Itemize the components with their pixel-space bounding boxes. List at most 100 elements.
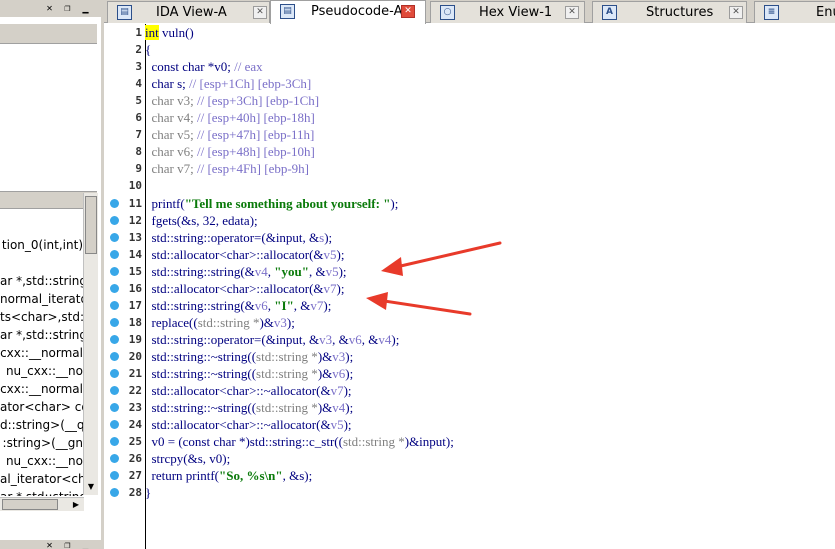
minimize-icon[interactable]: ▁ bbox=[80, 540, 91, 549]
code-line[interactable]: std::string::~string((std::string *)&v3)… bbox=[146, 348, 835, 365]
tab-label: IDA View-A bbox=[156, 5, 227, 20]
function-list-item[interactable]: al_iterator<ch bbox=[0, 470, 83, 488]
close-icon[interactable]: ✕ bbox=[44, 540, 55, 549]
code-line[interactable] bbox=[146, 177, 835, 194]
close-icon[interactable]: ✕ bbox=[44, 3, 55, 14]
function-list-item[interactable]: normal_iterato bbox=[0, 290, 83, 308]
code-line[interactable]: std::allocator<char>::~allocator(&v5); bbox=[146, 416, 835, 433]
code-token: // [esp+47h] [ebp-11h] bbox=[196, 127, 315, 143]
line-number: 22 bbox=[128, 384, 142, 398]
code-line[interactable]: char v6; // [esp+48h] [ebp-10h] bbox=[146, 143, 835, 160]
function-list-item[interactable]: nu_cxx::__no bbox=[0, 362, 83, 380]
close-icon[interactable]: ✕ bbox=[401, 5, 415, 18]
code-line[interactable]: v0 = (const char *)std::string::c_str((s… bbox=[146, 433, 835, 450]
code-token: std::string * bbox=[256, 348, 318, 364]
function-list-item[interactable]: tion_0(int,int) bbox=[0, 236, 83, 254]
gutter-row: 13 bbox=[104, 229, 145, 246]
function-list-item[interactable]: ar *,std::string bbox=[0, 488, 83, 496]
code-line[interactable]: char s; // [esp+1Ch] [ebp-3Ch] bbox=[146, 75, 835, 92]
code-line[interactable]: char v7; // [esp+4Fh] [ebp-9h] bbox=[146, 160, 835, 177]
restore-icon[interactable]: ❐ bbox=[62, 3, 73, 14]
code-line[interactable]: std::string::operator=(&input, &v3, &v6,… bbox=[146, 331, 835, 348]
line-number: 11 bbox=[128, 196, 142, 210]
code-token: , &s); bbox=[282, 468, 313, 484]
gutter-row: 20 bbox=[104, 348, 145, 365]
code-token: v7 bbox=[310, 297, 324, 313]
line-number: 2 bbox=[135, 43, 142, 57]
close-icon[interactable]: ✕ bbox=[253, 6, 267, 19]
code-line[interactable]: std::string::~string((std::string *)&v4)… bbox=[146, 399, 835, 416]
code-text: std::allocator<char>::~allocator(&v5); bbox=[145, 416, 352, 433]
code-text: char v6; // [esp+48h] [ebp-10h] bbox=[145, 143, 315, 160]
code-text: strcpy(&s, v0); bbox=[145, 450, 231, 467]
function-list-item[interactable]: ar *,std::string bbox=[0, 326, 83, 344]
code-line[interactable]: std::string::~string((std::string *)&v6)… bbox=[146, 365, 835, 382]
code-line[interactable]: printf("Tell me something about yourself… bbox=[146, 195, 835, 212]
code-line[interactable]: } bbox=[145, 484, 835, 501]
horizontal-scrollbar-thumb[interactable] bbox=[2, 499, 58, 510]
ida-view-icon: ▤ bbox=[117, 5, 132, 20]
pseudocode-view[interactable]: int vuln(){ const char *v0; // eax char … bbox=[145, 24, 835, 549]
function-list-item[interactable]: cxx::__normal bbox=[0, 344, 83, 362]
code-token: std::string::string(& bbox=[145, 297, 255, 313]
code-line[interactable]: std::string::operator=(&input, &s); bbox=[146, 229, 835, 246]
function-list-item[interactable]: ar *,std::string bbox=[0, 272, 83, 290]
code-token: "you" bbox=[274, 263, 309, 279]
vertical-scrollbar[interactable]: ▼ bbox=[83, 193, 98, 495]
code-line[interactable]: const char *v0; // eax bbox=[146, 58, 835, 75]
tab-pseudocode-a[interactable]: ▤ Pseudocode-A ✕ bbox=[270, 0, 426, 24]
line-number: 9 bbox=[135, 162, 142, 176]
tab-enums[interactable]: ≡ Enu bbox=[754, 1, 835, 23]
code-token: )& bbox=[259, 314, 274, 330]
close-icon[interactable]: ✕ bbox=[565, 6, 579, 19]
function-list-item[interactable] bbox=[0, 218, 83, 236]
code-text: fgets(&s, 32, edata); bbox=[145, 212, 258, 229]
gutter-row: 1 bbox=[104, 24, 145, 41]
code-line[interactable]: fgets(&s, 32, edata); bbox=[146, 212, 835, 229]
code-line[interactable]: char v3; // [esp+3Ch] [ebp-1Ch] bbox=[146, 92, 835, 109]
code-text: std::allocator<char>::~allocator(&v7); bbox=[145, 382, 352, 399]
scrollbar-thumb[interactable] bbox=[85, 196, 97, 254]
code-line[interactable]: char v5; // [esp+47h] [ebp-11h] bbox=[146, 126, 835, 143]
gutter-row: 5 bbox=[104, 92, 145, 109]
code-line[interactable]: int vuln() bbox=[145, 24, 835, 41]
function-list-item[interactable]: nu_cxx::__no bbox=[0, 452, 83, 470]
line-number: 27 bbox=[128, 469, 142, 483]
function-list-item[interactable] bbox=[0, 254, 83, 272]
code-line[interactable]: std::allocator<char>::~allocator(&v7); bbox=[146, 382, 835, 399]
left-pane-titlebar: ✕ ❐ ▁ bbox=[0, 0, 102, 17]
code-line[interactable]: std::allocator<char>::allocator(&v7); bbox=[146, 280, 835, 297]
code-line[interactable]: replace((std::string *)&v3); bbox=[146, 314, 835, 331]
code-token: // [esp+4Fh] [ebp-9h] bbox=[196, 161, 310, 177]
code-line[interactable]: return printf("So, %s\n", &s); bbox=[146, 467, 835, 484]
code-line[interactable]: std::allocator<char>::allocator(&v5); bbox=[146, 246, 835, 263]
code-line[interactable]: std::string::string(&v4, "you", &v5); bbox=[146, 263, 835, 280]
tab-structures[interactable]: A Structures ✕ bbox=[592, 1, 747, 23]
code-token: v6 bbox=[254, 297, 268, 313]
scroll-right-icon[interactable]: ▶ bbox=[70, 498, 82, 511]
function-list-item[interactable]: ator<char> co bbox=[0, 398, 83, 416]
code-line[interactable]: { bbox=[145, 41, 835, 58]
function-name: normal_iterato bbox=[0, 292, 83, 306]
code-text: char s; // [esp+1Ch] [ebp-3Ch] bbox=[145, 75, 312, 92]
code-line[interactable]: strcpy(&s, v0); bbox=[146, 450, 835, 467]
functions-list[interactable]: tion_0(int,int) ar *,std::string normal_it… bbox=[0, 218, 83, 496]
code-text: std::string::operator=(&input, &v3, &v6,… bbox=[145, 331, 400, 348]
close-icon[interactable]: ✕ bbox=[729, 6, 743, 19]
function-list-item[interactable]: ts<char>,std:: bbox=[0, 308, 83, 326]
code-line[interactable]: char v4; // [esp+40h] [ebp-18h] bbox=[146, 109, 835, 126]
gutter-row: 10 bbox=[104, 177, 145, 194]
function-list-item[interactable]: d::string>(__q bbox=[0, 416, 83, 434]
minimize-icon[interactable]: ▁ bbox=[80, 3, 91, 14]
function-list-item[interactable]: :string>(__gn bbox=[0, 434, 83, 452]
code-token: v4 bbox=[254, 263, 268, 279]
horizontal-scrollbar[interactable]: ▶ bbox=[0, 497, 84, 511]
function-list-item[interactable]: cxx::__normal bbox=[0, 380, 83, 398]
scroll-down-icon[interactable]: ▼ bbox=[86, 482, 96, 491]
tab-hex-view-1[interactable]: ○ Hex View-1 ✕ bbox=[430, 1, 585, 23]
tab-ida-view-a[interactable]: ▤ IDA View-A ✕ bbox=[107, 1, 270, 23]
code-token: std::string::operator=(&input, & bbox=[145, 229, 320, 245]
code-token: v0 = (const char *)std::string::c_str(( bbox=[145, 434, 343, 450]
restore-icon[interactable]: ❐ bbox=[62, 540, 73, 549]
code-line[interactable]: std::string::string(&v6, "I", &v7); bbox=[146, 297, 835, 314]
